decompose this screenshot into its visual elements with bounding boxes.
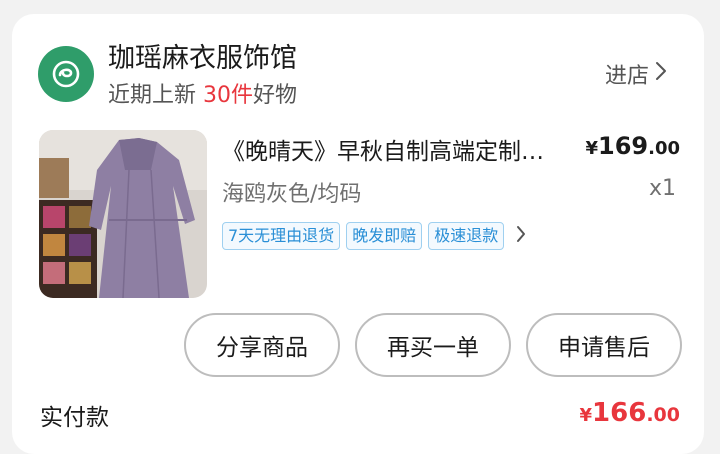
paid-amount-label: 实付款 <box>40 405 109 431</box>
share-product-button[interactable]: 分享商品 <box>184 313 340 377</box>
product-title[interactable]: 《晚晴天》早秋自制高端定制系列 <box>222 132 562 166</box>
enter-store-label: 进店 <box>605 64 650 89</box>
shop-subtitle-prefix: 近期上新 <box>108 83 197 108</box>
shop-subtitle-suffix: 好物 <box>253 83 298 108</box>
chevron-right-icon[interactable] <box>516 225 526 247</box>
product-image[interactable] <box>39 130 207 298</box>
shop-name[interactable]: 珈瑶麻衣服饰馆 <box>108 36 297 75</box>
paid-integer: 166 <box>592 398 647 428</box>
after-sale-button[interactable]: 申请售后 <box>526 313 682 377</box>
price-integer: 169 <box>598 132 649 160</box>
product-quantity: x1 <box>648 176 676 201</box>
service-tags[interactable]: 7天无理由退货 晚发即赔 极速退款 <box>222 222 526 250</box>
order-card: 珈瑶麻衣服饰馆 近期上新 30件好物 进店 《晚晴天》早秋自制高端定制系列 ¥1… <box>12 14 704 454</box>
service-tag: 7天无理由退货 <box>222 222 341 250</box>
service-tag: 极速退款 <box>428 222 505 250</box>
price-decimal: .00 <box>648 138 680 159</box>
enter-store-link[interactable]: 进店 <box>605 58 667 90</box>
chevron-right-icon <box>655 61 667 87</box>
shop-subtitle: 近期上新 30件好物 <box>108 77 297 109</box>
buy-again-button[interactable]: 再买一单 <box>355 313 511 377</box>
product-variant: 海鸥灰色/均码 <box>222 182 362 207</box>
service-tag: 晚发即赔 <box>346 222 423 250</box>
new-item-count: 30件 <box>203 83 254 108</box>
price-currency: ¥ <box>585 138 598 159</box>
shop-logo-icon[interactable] <box>38 46 94 102</box>
paid-currency: ¥ <box>579 405 593 426</box>
paid-decimal: .00 <box>646 404 680 426</box>
product-price: ¥169.00 <box>585 132 680 160</box>
paid-amount: ¥166.00 <box>580 398 680 428</box>
